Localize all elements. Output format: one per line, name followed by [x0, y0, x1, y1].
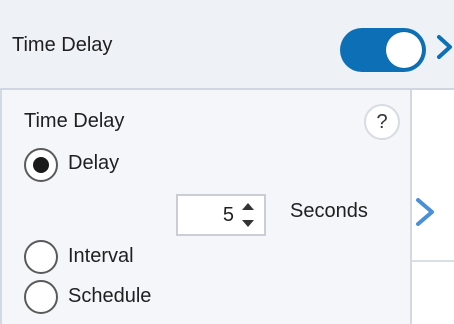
delay-value[interactable]: 5 [223, 204, 234, 227]
stepper-down-icon[interactable] [240, 217, 256, 231]
schedule-label: Schedule [68, 285, 152, 307]
panel-title: Time Delay [24, 110, 125, 132]
delay-radio[interactable] [24, 148, 58, 182]
schedule-radio[interactable] [24, 280, 58, 314]
time-delay-panel: Time Delay ? Delay 5 Seconds Interval Sc… [0, 90, 410, 324]
chevron-right-icon[interactable] [436, 34, 454, 60]
delay-stepper[interactable]: 5 [176, 194, 266, 236]
time-delay-header: Time Delay [0, 0, 454, 90]
delay-unit-label: Seconds [290, 200, 368, 222]
chevron-right-icon[interactable] [414, 196, 436, 228]
help-button[interactable]: ? [364, 104, 400, 140]
interval-label: Interval [68, 245, 134, 267]
header-title: Time Delay [12, 34, 113, 56]
delay-label: Delay [68, 152, 120, 174]
time-delay-toggle[interactable] [340, 28, 426, 72]
interval-radio[interactable] [24, 240, 58, 274]
radio-selected-dot [33, 157, 49, 173]
stepper-up-icon[interactable] [240, 199, 256, 213]
divider [412, 260, 454, 262]
help-icon: ? [376, 111, 388, 133]
toggle-knob [386, 32, 422, 68]
